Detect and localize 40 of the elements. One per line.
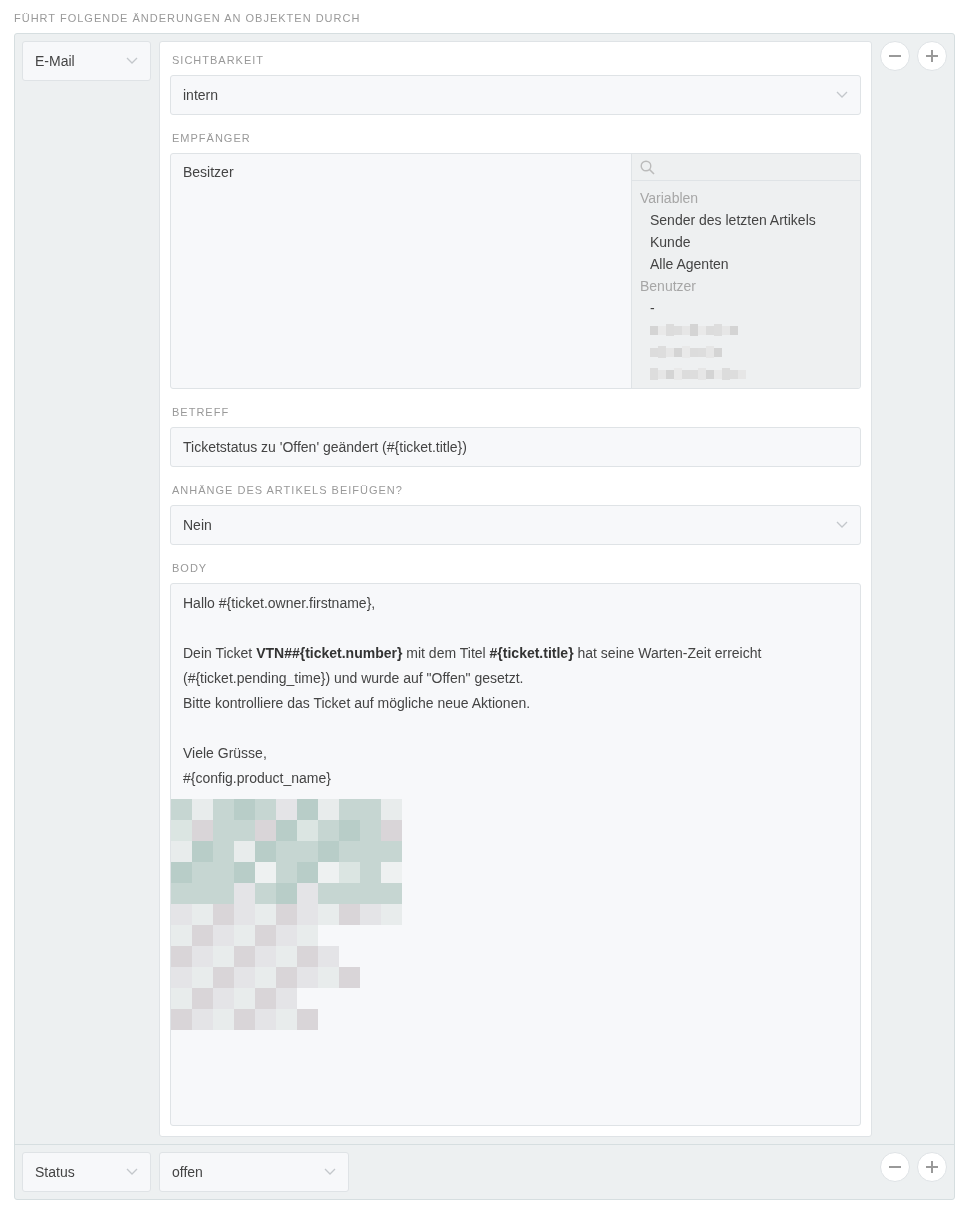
plus-icon bbox=[926, 1161, 938, 1173]
chevron-down-icon bbox=[126, 1168, 138, 1176]
group-heading: Benutzer bbox=[639, 277, 698, 296]
body-text: (#{ticket.pending_time}) und wurde auf "Offen" gesetzt. bbox=[183, 669, 525, 688]
plus-icon bbox=[926, 50, 938, 62]
field-label: EMPFÄNGER bbox=[172, 132, 252, 144]
chevron-down-icon bbox=[836, 521, 848, 529]
recipient-option[interactable]: Sender des letzten Artikels bbox=[632, 209, 860, 231]
minus-icon bbox=[889, 55, 901, 57]
chevron-down-icon bbox=[324, 1168, 336, 1176]
body-text: Hallo #{ticket.owner.firstname}, bbox=[183, 594, 377, 613]
field-label: ANHÄNGE DES ARTIKELS BEIFÜGEN? bbox=[172, 484, 404, 496]
recipient-option[interactable]: Kunde bbox=[632, 231, 860, 253]
field-label: BODY bbox=[172, 562, 209, 574]
subject-field[interactable]: Ticketstatus zu 'Offen' geändert (#{ticket.title}) bbox=[170, 427, 861, 467]
body-text: Bitte kontrolliere das Ticket auf mögliche neue Aktionen. bbox=[183, 694, 532, 713]
selected-recipient[interactable]: Besitzer bbox=[183, 164, 619, 180]
select-field[interactable]: Nein bbox=[170, 505, 861, 545]
select-field[interactable]: intern bbox=[170, 75, 861, 115]
field-label: BETREFF bbox=[172, 406, 231, 418]
body-editor[interactable] bbox=[170, 583, 861, 1126]
remove-button[interactable] bbox=[880, 41, 910, 71]
section-heading: FÜHRT FOLGENDE ÄNDERUNGEN AN OBJEKTEN DURCH bbox=[14, 12, 362, 24]
minus-icon bbox=[889, 1166, 901, 1168]
chevron-down-icon bbox=[836, 91, 848, 99]
select-field[interactable]: Status bbox=[22, 1152, 151, 1192]
search-icon bbox=[640, 159, 655, 175]
recipient-option[interactable]: Alle Agenten bbox=[632, 253, 860, 275]
add-button[interactable] bbox=[917, 1152, 947, 1182]
remove-button[interactable] bbox=[880, 1152, 910, 1182]
body-text: #{config.product_name} bbox=[183, 769, 332, 788]
recipient-option[interactable]: - bbox=[632, 297, 860, 319]
body-text: Viele Grüsse, bbox=[183, 744, 268, 763]
select-field[interactable]: E-Mail bbox=[22, 41, 151, 81]
select-field[interactable]: offen bbox=[159, 1152, 349, 1192]
body-text: Dein Ticket VTN##{ticket.number} mit dem Titel #{ticket.title} hat seine Warten-Zeit erreicht bbox=[183, 644, 763, 663]
group-heading: Variablen bbox=[639, 189, 700, 208]
chevron-down-icon bbox=[126, 57, 138, 65]
field-label: SICHTBARKEIT bbox=[172, 54, 266, 66]
add-button[interactable] bbox=[917, 41, 947, 71]
